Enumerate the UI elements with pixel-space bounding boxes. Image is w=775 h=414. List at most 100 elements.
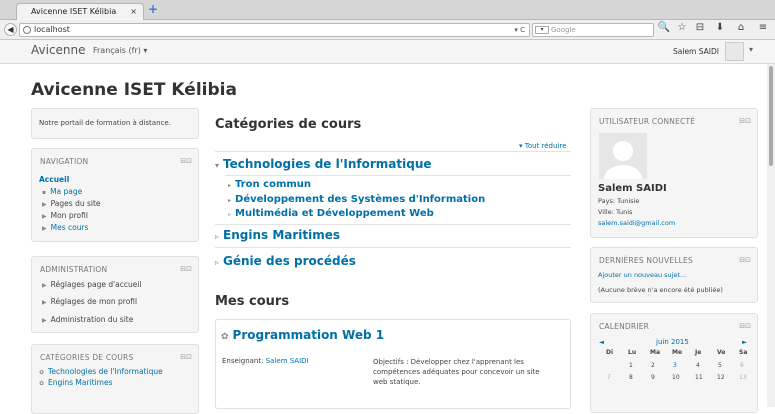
calendar-day[interactable]: 4 xyxy=(696,362,700,369)
latest-news-block: DERNIÈRES NOUVELLES ⊟⊡ Ajouter un nouvea… xyxy=(590,247,758,303)
block-controls-icon[interactable]: ⊟⊡ xyxy=(180,157,192,165)
user-menu-name[interactable]: Salem SAIDI xyxy=(673,47,719,56)
expand-arrow-icon[interactable]: ▸ xyxy=(228,197,231,204)
avatar[interactable] xyxy=(725,42,744,61)
calendar-day-header: Me xyxy=(672,349,683,356)
collapse-all-link[interactable]: ▾ Tout réduire xyxy=(519,142,566,150)
download-icon[interactable]: ⬇ xyxy=(713,22,727,33)
expand-arrow-icon: ▶ xyxy=(42,299,47,306)
expand-arrow-icon: ▶ xyxy=(42,225,47,232)
bookmark-star-icon[interactable]: ☆ xyxy=(675,22,689,33)
category-link[interactable]: Technologies de l'Informatique xyxy=(223,157,432,171)
close-tab-icon[interactable]: × xyxy=(130,4,137,20)
calendar-day[interactable]: 11 xyxy=(695,374,703,381)
nav-item-profile[interactable]: Mon profil xyxy=(51,211,88,220)
admin-item-profile-settings[interactable]: Réglages de mon profil xyxy=(51,297,137,306)
course-summary: Objectifs : Développer chez l'apprenant … xyxy=(373,358,540,386)
block-controls-icon[interactable]: ⊟⊡ xyxy=(739,256,751,264)
site-header: Avicenne Français (fr) ▾ Salem SAIDI ▾ xyxy=(0,40,775,64)
nav-item-home[interactable]: Accueil xyxy=(39,175,69,184)
new-tab-icon[interactable]: + xyxy=(148,3,160,15)
calendar-day[interactable]: 8 xyxy=(629,374,633,381)
subcategory-link[interactable]: Développement des Systèmes d'Information xyxy=(235,194,485,205)
administration-block: ADMINISTRATION ⊟⊡ ▶ Réglages page d'accue… xyxy=(31,256,199,333)
block-controls-icon[interactable]: ⊟⊡ xyxy=(739,322,751,330)
calendar-day[interactable]: 13 xyxy=(739,374,747,381)
scrollbar-thumb[interactable] xyxy=(769,66,773,166)
navigation-block: NAVIGATION ⊟⊡ Accueil ▪ Ma page ▶ Pages du… xyxy=(31,148,199,242)
block-title: CALENDRIER xyxy=(599,322,650,331)
browser-navbar: ◀ localhost ▾ C ▾ Google 🔍 ☆ ⊟ ⬇ ⌂ ≡ xyxy=(0,20,775,40)
user-avatar[interactable] xyxy=(599,133,647,179)
url-bar[interactable]: localhost ▾ C xyxy=(19,23,530,37)
course-title-link[interactable]: Programmation Web 1 xyxy=(233,328,385,342)
subcategory-link[interactable]: Tron commun xyxy=(235,179,311,190)
bullet-icon: ▪ xyxy=(42,189,47,196)
block-controls-icon[interactable]: ⊟⊡ xyxy=(180,265,192,273)
collapse-arrow-icon[interactable]: ▾ xyxy=(215,161,219,170)
calendar-day-header: Je xyxy=(695,349,702,356)
teacher-label: Enseignant: xyxy=(222,357,266,365)
expand-arrow-icon[interactable]: ▹ xyxy=(228,211,231,218)
reload-icon[interactable]: ▾ C xyxy=(514,24,525,36)
divider xyxy=(215,224,571,225)
calendar-day[interactable]: 12 xyxy=(717,374,725,381)
category-link[interactable]: Engins Maritimes xyxy=(223,228,340,242)
back-button[interactable]: ◀ xyxy=(4,23,17,36)
calendar-month-link[interactable]: juin 2015 xyxy=(656,338,689,346)
admin-item-site-admin[interactable]: Administration du site xyxy=(51,315,134,324)
block-controls-icon[interactable]: ⊟⊡ xyxy=(739,117,751,125)
expand-arrow-icon: ▶ xyxy=(42,201,47,208)
expand-arrow-icon[interactable]: ▸ xyxy=(228,182,231,189)
category-link[interactable]: Technologies de l'Informatique xyxy=(48,367,163,376)
block-controls-icon[interactable]: ⊟⊡ xyxy=(180,353,192,361)
calendar-prev-icon[interactable]: ◄ xyxy=(599,338,604,346)
reading-list-icon[interactable]: ⊟ xyxy=(693,22,707,33)
subcategory-link[interactable]: Multimédia et Développement Web xyxy=(235,208,434,219)
portal-text: Notre portail de formation à distance. xyxy=(39,119,171,127)
scrollbar[interactable] xyxy=(767,64,775,407)
add-topic-link[interactable]: Ajouter un nouveau sujet... xyxy=(598,271,686,279)
calendar-next-icon[interactable]: ► xyxy=(742,338,747,346)
tab-title: Avicenne ISET Kélibia xyxy=(31,7,117,16)
calendar-day[interactable]: 9 xyxy=(651,374,655,381)
divider xyxy=(225,175,571,176)
home-icon[interactable]: ⌂ xyxy=(734,22,748,33)
calendar-day[interactable]: 7 xyxy=(607,374,611,381)
calendar-day[interactable]: 5 xyxy=(718,362,722,369)
calendar-day-header: Lu xyxy=(628,349,637,356)
block-title: CATÉGORIES DE COURS xyxy=(40,353,134,362)
expand-arrow-icon[interactable]: ▹ xyxy=(215,258,219,267)
calendar-day[interactable]: 1 xyxy=(629,362,633,369)
calendar-block: CALENDRIER ⊟⊡ ◄ juin 2015 ► Di Lu Ma Me … xyxy=(590,313,758,413)
category-link[interactable]: Engins Maritimes xyxy=(48,378,112,387)
nav-item-site-pages[interactable]: Pages du site xyxy=(51,199,101,208)
calendar-day[interactable]: 6 xyxy=(740,362,744,369)
site-brand[interactable]: Avicenne xyxy=(31,43,86,57)
category-link[interactable]: Génie des procédés xyxy=(223,254,356,268)
search-input[interactable]: ▾ Google xyxy=(532,23,654,37)
nav-item-my-courses[interactable]: Mes cours xyxy=(51,223,89,232)
url-text: localhost xyxy=(34,25,70,34)
user-fullname[interactable]: Salem SAIDI xyxy=(598,183,667,194)
search-icon[interactable]: 🔍 xyxy=(657,22,671,33)
search-engine-icon[interactable]: ▾ xyxy=(535,26,549,34)
nav-item-my-page[interactable]: Ma page xyxy=(50,187,82,196)
language-menu[interactable]: Français (fr) ▾ xyxy=(93,46,147,55)
course-icon: ✿ xyxy=(221,332,229,342)
user-city: Ville: Tunis xyxy=(598,208,633,216)
admin-item-frontpage-settings[interactable]: Réglages page d'accueil xyxy=(51,280,142,289)
teacher-link[interactable]: Salem SAIDI xyxy=(266,357,309,365)
user-email-link[interactable]: salem.saidi@gmail.com xyxy=(598,219,675,227)
calendar-day[interactable]: 3 xyxy=(673,362,677,369)
chevron-down-icon[interactable]: ▾ xyxy=(749,45,753,54)
browser-tab[interactable]: Avicenne ISET Kélibia × xyxy=(16,3,144,20)
categories-heading: Catégories de cours xyxy=(215,117,362,132)
calendar-day[interactable]: 2 xyxy=(651,362,655,369)
calendar-day[interactable]: 10 xyxy=(672,374,680,381)
browser-tabbar: Avicenne ISET Kélibia × + xyxy=(0,0,775,20)
category-icon: ✿ xyxy=(39,369,45,376)
expand-arrow-icon: ▶ xyxy=(42,213,47,220)
expand-arrow-icon[interactable]: ▹ xyxy=(215,232,219,241)
menu-icon[interactable]: ≡ xyxy=(756,22,770,33)
